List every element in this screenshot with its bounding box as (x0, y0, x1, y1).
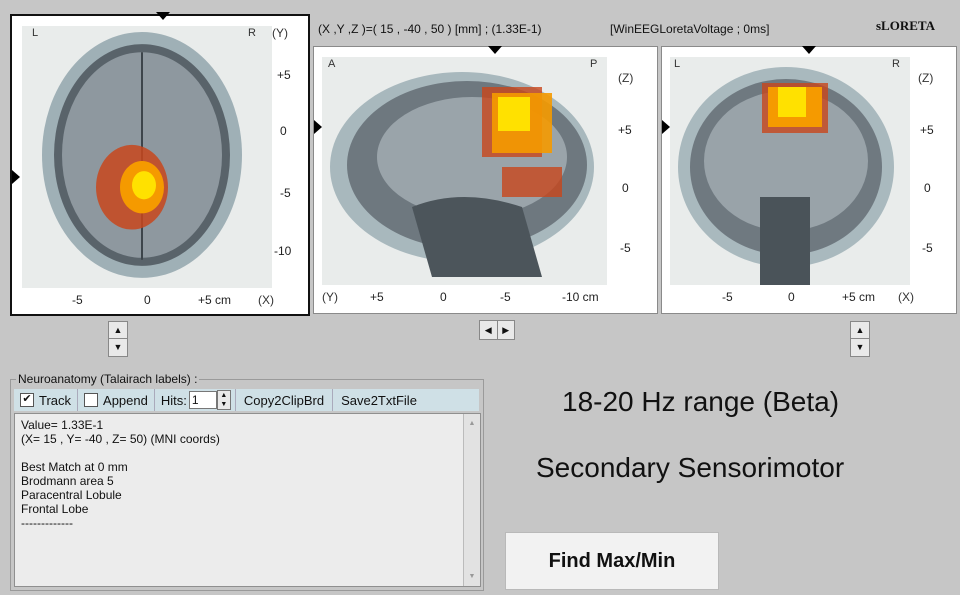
sagittal-axis-h: (Y) (322, 290, 338, 304)
scroll-up-icon[interactable]: ▲ (464, 420, 480, 427)
append-checkbox[interactable]: Append (78, 389, 155, 411)
axial-tick-h: +5 cm (198, 293, 232, 307)
neuro-line: Paracentral Lobule (21, 488, 122, 502)
axial-tick-v: -5 (280, 186, 291, 200)
sagittal-view[interactable]: A P (Z) +5 0 -5 (Y) +5 0 -5 -10 cm (313, 46, 658, 314)
neuroanatomy-group-label: Neuroanatomy (Talairach labels) : (16, 372, 200, 386)
track-checkbox[interactable]: ✔ Track (14, 389, 79, 411)
axial-tick-v: +5 (277, 68, 291, 82)
axial-corner-right: R (248, 27, 256, 39)
sagittal-tick-h: -5 (500, 290, 511, 304)
coordinates-readout: (X ,Y ,Z )=( 15 , -40 , 50 ) [mm] ; (1.3… (318, 22, 542, 36)
coronal-tick-v: +5 (920, 123, 934, 137)
axial-tick-h: -5 (72, 293, 83, 307)
coronal-tick-h: 0 (788, 290, 795, 304)
coronal-corner-left: L (674, 58, 681, 70)
coronal-axis-v: (Z) (918, 71, 934, 85)
coronal-slice-spinner[interactable]: ▲ ▼ (850, 321, 870, 357)
neuro-line: Frontal Lobe (21, 502, 89, 516)
axial-tick-v: -10 (274, 244, 292, 258)
neuro-line: Best Match at 0 mm (21, 460, 128, 474)
axial-corner-left: L (32, 27, 39, 39)
coronal-x-marker-icon[interactable] (802, 46, 816, 54)
sagittal-corner-right: P (590, 58, 598, 70)
track-check-icon[interactable]: ✔ (20, 393, 34, 407)
neuro-toolbar: ✔ Track Append Hits: 1 ▲ ▼ Copy2ClipBrd S… (14, 389, 479, 411)
sagittal-slice-spinner[interactable]: ◀ ▶ (479, 320, 515, 340)
append-check-icon[interactable] (84, 393, 99, 407)
region-label: Secondary Sensorimotor (536, 452, 845, 483)
sagittal-tick-h: 0 (440, 290, 447, 304)
neuro-line (15, 446, 480, 460)
neuro-line: (X= 15 , Y= -40 , Z= 50) (MNI coords) (21, 432, 220, 446)
axial-y-marker-icon[interactable] (12, 170, 20, 184)
hits-control: Hits: 1 ▲ ▼ (155, 389, 236, 411)
save-to-txt-button[interactable]: Save2TxtFile (333, 389, 425, 411)
brand-label: sLORETA (876, 18, 935, 33)
neuro-line: Brodmann area 5 (21, 474, 114, 488)
axial-x-marker-icon[interactable] (156, 12, 170, 20)
axial-slice-spinner[interactable]: ▲ ▼ (108, 321, 128, 357)
axial-axis-v: (Y) (272, 26, 288, 40)
spin-up-icon[interactable]: ▲ (851, 322, 869, 339)
coronal-tick-v: -5 (922, 241, 933, 255)
coronal-view[interactable]: L R (Z) +5 0 -5 -5 0 +5 cm (X) (661, 46, 957, 314)
sagittal-tick-v: +5 (618, 123, 632, 137)
coronal-tick-h: -5 (722, 290, 733, 304)
axial-tick-h: 0 (144, 293, 151, 307)
append-label: Append (103, 392, 148, 408)
sagittal-tick-h: +5 (370, 290, 384, 304)
spin-up-icon[interactable]: ▲ (109, 322, 127, 339)
neuro-line: Value= 1.33E-1 (21, 418, 104, 432)
hits-label: Hits: (160, 392, 187, 408)
coronal-corner-right: R (892, 58, 900, 70)
coronal-brain-image (670, 57, 910, 285)
spin-left-icon[interactable]: ◀ (480, 321, 498, 339)
hits-input[interactable]: 1 (188, 391, 217, 409)
axial-view[interactable]: L R (Y) +5 0 -5 -10 -5 0 +5 cm (X) (10, 14, 310, 316)
sagittal-y-marker-icon[interactable] (488, 46, 502, 54)
coronal-tick-h: +5 cm (842, 290, 876, 304)
source-readout: [WinEEGLoretaVoltage ; 0ms] (610, 22, 770, 36)
sagittal-tick-h: -10 cm (562, 290, 599, 304)
neuro-line: ------------- (21, 516, 73, 530)
sagittal-axis-v: (Z) (618, 71, 634, 85)
axial-tick-v: 0 (280, 124, 287, 138)
coronal-axis-h: (X) (898, 290, 914, 304)
sagittal-tick-v: 0 (622, 181, 629, 195)
spin-down-icon[interactable]: ▼ (109, 339, 127, 355)
sagittal-brain-image (322, 57, 607, 285)
frequency-range-label: 18-20 Hz range (Beta) (562, 386, 840, 417)
sagittal-z-marker-icon[interactable] (314, 120, 322, 134)
axial-brain-image (22, 26, 272, 288)
copy-to-clipboard-button[interactable]: Copy2ClipBrd (236, 389, 334, 411)
find-max-min-button[interactable]: Find Max/Min (505, 532, 719, 590)
coronal-z-marker-icon[interactable] (662, 120, 670, 134)
sagittal-tick-v: -5 (620, 241, 631, 255)
scroll-down-icon[interactable]: ▼ (464, 573, 480, 580)
spin-right-icon[interactable]: ▶ (498, 321, 515, 339)
axial-axis-h: (X) (258, 293, 274, 307)
neuro-scrollbar[interactable]: ▲ ▼ (463, 414, 480, 586)
coronal-tick-v: 0 (924, 181, 931, 195)
sagittal-corner-left: A (328, 58, 336, 70)
track-label: Track (39, 392, 72, 408)
hits-spinner[interactable]: ▲ ▼ (216, 390, 231, 410)
neuro-output-text[interactable]: Value= 1.33E-1 (X= 15 , Y= -40 , Z= 50) … (14, 413, 481, 587)
spin-down-icon[interactable]: ▼ (851, 339, 869, 355)
